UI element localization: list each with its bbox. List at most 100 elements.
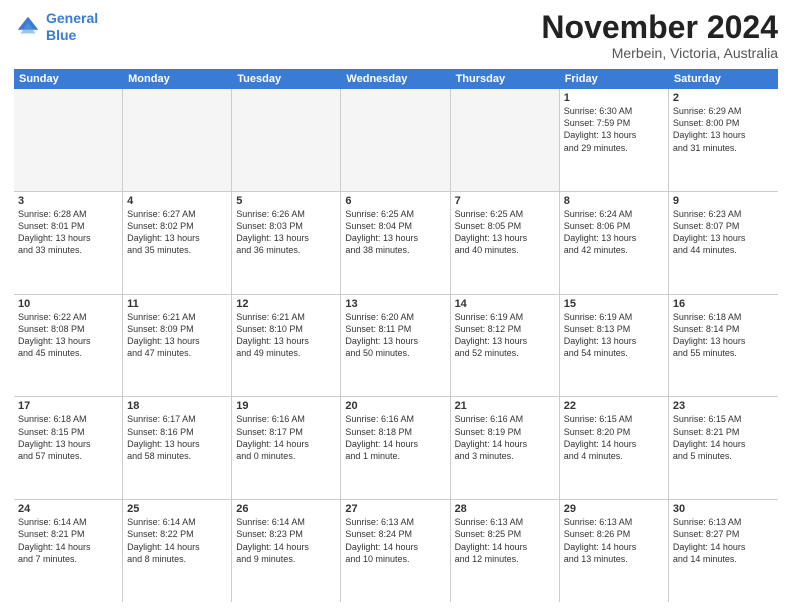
day-number: 6 — [345, 195, 445, 207]
header-sunday: Sunday — [14, 69, 123, 89]
day-info: Sunrise: 6:13 AM Sunset: 8:27 PM Dayligh… — [673, 516, 774, 565]
calendar-cell: 12Sunrise: 6:21 AM Sunset: 8:10 PM Dayli… — [232, 295, 341, 397]
day-number: 1 — [564, 92, 664, 104]
day-number: 19 — [236, 400, 336, 412]
header-saturday: Saturday — [669, 69, 778, 89]
day-info: Sunrise: 6:19 AM Sunset: 8:13 PM Dayligh… — [564, 311, 664, 360]
calendar-header: Sunday Monday Tuesday Wednesday Thursday… — [14, 69, 778, 89]
day-info: Sunrise: 6:14 AM Sunset: 8:22 PM Dayligh… — [127, 516, 227, 565]
day-info: Sunrise: 6:16 AM Sunset: 8:17 PM Dayligh… — [236, 413, 336, 462]
day-info: Sunrise: 6:14 AM Sunset: 8:21 PM Dayligh… — [18, 516, 118, 565]
calendar-cell — [123, 89, 232, 191]
calendar-cell: 19Sunrise: 6:16 AM Sunset: 8:17 PM Dayli… — [232, 397, 341, 499]
calendar-cell: 30Sunrise: 6:13 AM Sunset: 8:27 PM Dayli… — [669, 500, 778, 602]
day-info: Sunrise: 6:21 AM Sunset: 8:10 PM Dayligh… — [236, 311, 336, 360]
day-number: 2 — [673, 92, 774, 104]
day-number: 11 — [127, 298, 227, 310]
calendar-row-3: 10Sunrise: 6:22 AM Sunset: 8:08 PM Dayli… — [14, 295, 778, 398]
day-number: 23 — [673, 400, 774, 412]
calendar-cell: 22Sunrise: 6:15 AM Sunset: 8:20 PM Dayli… — [560, 397, 669, 499]
calendar-cell: 1Sunrise: 6:30 AM Sunset: 7:59 PM Daylig… — [560, 89, 669, 191]
calendar-row-2: 3Sunrise: 6:28 AM Sunset: 8:01 PM Daylig… — [14, 192, 778, 295]
calendar-cell: 10Sunrise: 6:22 AM Sunset: 8:08 PM Dayli… — [14, 295, 123, 397]
day-number: 8 — [564, 195, 664, 207]
calendar-cell: 2Sunrise: 6:29 AM Sunset: 8:00 PM Daylig… — [669, 89, 778, 191]
calendar-cell: 5Sunrise: 6:26 AM Sunset: 8:03 PM Daylig… — [232, 192, 341, 294]
day-number: 29 — [564, 503, 664, 515]
day-info: Sunrise: 6:23 AM Sunset: 8:07 PM Dayligh… — [673, 208, 774, 257]
calendar-cell: 16Sunrise: 6:18 AM Sunset: 8:14 PM Dayli… — [669, 295, 778, 397]
calendar-row-1: 1Sunrise: 6:30 AM Sunset: 7:59 PM Daylig… — [14, 89, 778, 192]
calendar-cell: 15Sunrise: 6:19 AM Sunset: 8:13 PM Dayli… — [560, 295, 669, 397]
day-number: 17 — [18, 400, 118, 412]
day-info: Sunrise: 6:20 AM Sunset: 8:11 PM Dayligh… — [345, 311, 445, 360]
calendar-cell: 23Sunrise: 6:15 AM Sunset: 8:21 PM Dayli… — [669, 397, 778, 499]
day-number: 3 — [18, 195, 118, 207]
calendar-row-5: 24Sunrise: 6:14 AM Sunset: 8:21 PM Dayli… — [14, 500, 778, 602]
header: General Blue November 2024 Merbein, Vict… — [14, 10, 778, 61]
day-number: 21 — [455, 400, 555, 412]
calendar-cell: 17Sunrise: 6:18 AM Sunset: 8:15 PM Dayli… — [14, 397, 123, 499]
day-info: Sunrise: 6:15 AM Sunset: 8:21 PM Dayligh… — [673, 413, 774, 462]
day-number: 14 — [455, 298, 555, 310]
calendar-cell: 29Sunrise: 6:13 AM Sunset: 8:26 PM Dayli… — [560, 500, 669, 602]
day-info: Sunrise: 6:17 AM Sunset: 8:16 PM Dayligh… — [127, 413, 227, 462]
day-info: Sunrise: 6:30 AM Sunset: 7:59 PM Dayligh… — [564, 105, 664, 154]
calendar-cell — [451, 89, 560, 191]
calendar-cell: 20Sunrise: 6:16 AM Sunset: 8:18 PM Dayli… — [341, 397, 450, 499]
day-number: 15 — [564, 298, 664, 310]
calendar-cell: 14Sunrise: 6:19 AM Sunset: 8:12 PM Dayli… — [451, 295, 560, 397]
day-number: 10 — [18, 298, 118, 310]
day-number: 25 — [127, 503, 227, 515]
calendar-cell — [341, 89, 450, 191]
day-info: Sunrise: 6:25 AM Sunset: 8:05 PM Dayligh… — [455, 208, 555, 257]
day-info: Sunrise: 6:24 AM Sunset: 8:06 PM Dayligh… — [564, 208, 664, 257]
calendar-cell: 24Sunrise: 6:14 AM Sunset: 8:21 PM Dayli… — [14, 500, 123, 602]
calendar-cell: 18Sunrise: 6:17 AM Sunset: 8:16 PM Dayli… — [123, 397, 232, 499]
calendar-body: 1Sunrise: 6:30 AM Sunset: 7:59 PM Daylig… — [14, 89, 778, 602]
month-title: November 2024 — [541, 10, 778, 45]
calendar-cell — [14, 89, 123, 191]
day-info: Sunrise: 6:13 AM Sunset: 8:24 PM Dayligh… — [345, 516, 445, 565]
logo-line2: Blue — [46, 27, 76, 43]
day-info: Sunrise: 6:16 AM Sunset: 8:18 PM Dayligh… — [345, 413, 445, 462]
day-number: 18 — [127, 400, 227, 412]
day-number: 5 — [236, 195, 336, 207]
day-info: Sunrise: 6:16 AM Sunset: 8:19 PM Dayligh… — [455, 413, 555, 462]
day-number: 28 — [455, 503, 555, 515]
page: General Blue November 2024 Merbein, Vict… — [0, 0, 792, 612]
calendar-cell: 21Sunrise: 6:16 AM Sunset: 8:19 PM Dayli… — [451, 397, 560, 499]
day-number: 22 — [564, 400, 664, 412]
calendar-cell: 8Sunrise: 6:24 AM Sunset: 8:06 PM Daylig… — [560, 192, 669, 294]
day-number: 13 — [345, 298, 445, 310]
day-info: Sunrise: 6:18 AM Sunset: 8:14 PM Dayligh… — [673, 311, 774, 360]
logo-text: General Blue — [46, 10, 98, 44]
calendar-cell: 13Sunrise: 6:20 AM Sunset: 8:11 PM Dayli… — [341, 295, 450, 397]
day-number: 7 — [455, 195, 555, 207]
logo-icon — [14, 13, 42, 41]
calendar-cell: 9Sunrise: 6:23 AM Sunset: 8:07 PM Daylig… — [669, 192, 778, 294]
day-number: 24 — [18, 503, 118, 515]
day-info: Sunrise: 6:15 AM Sunset: 8:20 PM Dayligh… — [564, 413, 664, 462]
calendar-row-4: 17Sunrise: 6:18 AM Sunset: 8:15 PM Dayli… — [14, 397, 778, 500]
day-info: Sunrise: 6:18 AM Sunset: 8:15 PM Dayligh… — [18, 413, 118, 462]
header-monday: Monday — [123, 69, 232, 89]
calendar-cell: 28Sunrise: 6:13 AM Sunset: 8:25 PM Dayli… — [451, 500, 560, 602]
day-info: Sunrise: 6:13 AM Sunset: 8:26 PM Dayligh… — [564, 516, 664, 565]
calendar-cell: 4Sunrise: 6:27 AM Sunset: 8:02 PM Daylig… — [123, 192, 232, 294]
location: Merbein, Victoria, Australia — [541, 45, 778, 61]
day-number: 12 — [236, 298, 336, 310]
day-number: 26 — [236, 503, 336, 515]
calendar-cell: 27Sunrise: 6:13 AM Sunset: 8:24 PM Dayli… — [341, 500, 450, 602]
calendar: Sunday Monday Tuesday Wednesday Thursday… — [14, 69, 778, 602]
calendar-cell — [232, 89, 341, 191]
header-friday: Friday — [560, 69, 669, 89]
calendar-cell: 6Sunrise: 6:25 AM Sunset: 8:04 PM Daylig… — [341, 192, 450, 294]
day-info: Sunrise: 6:26 AM Sunset: 8:03 PM Dayligh… — [236, 208, 336, 257]
calendar-cell: 26Sunrise: 6:14 AM Sunset: 8:23 PM Dayli… — [232, 500, 341, 602]
calendar-cell: 7Sunrise: 6:25 AM Sunset: 8:05 PM Daylig… — [451, 192, 560, 294]
day-number: 27 — [345, 503, 445, 515]
logo: General Blue — [14, 10, 98, 44]
day-number: 20 — [345, 400, 445, 412]
day-info: Sunrise: 6:14 AM Sunset: 8:23 PM Dayligh… — [236, 516, 336, 565]
